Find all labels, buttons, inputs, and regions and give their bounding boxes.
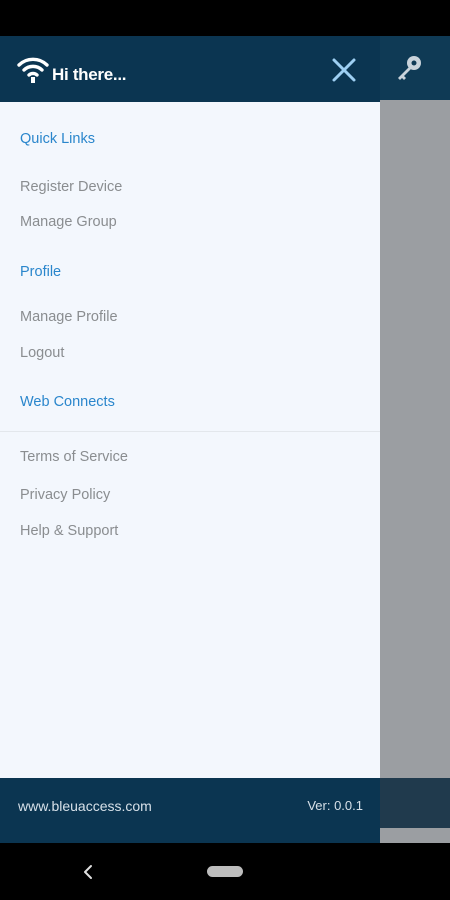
wifi-icon (17, 57, 49, 83)
menu-item-register-device[interactable]: Register Device (20, 179, 122, 195)
system-nav-bar (0, 843, 450, 900)
divider (0, 431, 380, 432)
key-icon[interactable] (393, 52, 425, 84)
status-bar (0, 0, 450, 36)
website-link[interactable]: www.bleuaccess.com (18, 798, 152, 814)
link-terms-of-service[interactable]: Terms of Service (20, 449, 128, 465)
drawer-header: Hi there... (0, 36, 380, 102)
section-web-connects: Web Connects (20, 394, 115, 410)
background-app-footer (380, 778, 450, 828)
menu-item-logout[interactable]: Logout (20, 345, 64, 361)
link-help-support[interactable]: Help & Support (20, 523, 118, 539)
navigation-drawer: Hi there... Quick Links Register Device … (0, 36, 380, 843)
menu-item-manage-profile[interactable]: Manage Profile (20, 309, 118, 325)
greeting-title: Hi there... (52, 65, 127, 84)
link-privacy-policy[interactable]: Privacy Policy (20, 487, 110, 503)
section-profile: Profile (20, 264, 62, 280)
section-quick-links: Quick Links (20, 131, 95, 147)
close-icon[interactable] (328, 54, 360, 86)
drawer-footer: www.bleuaccess.com Ver: 0.0.1 (0, 778, 380, 843)
menu-item-manage-group[interactable]: Manage Group (20, 214, 117, 230)
home-button[interactable] (207, 866, 243, 877)
version-label: Ver: 0.0.1 (307, 798, 363, 813)
back-icon[interactable] (78, 862, 98, 882)
